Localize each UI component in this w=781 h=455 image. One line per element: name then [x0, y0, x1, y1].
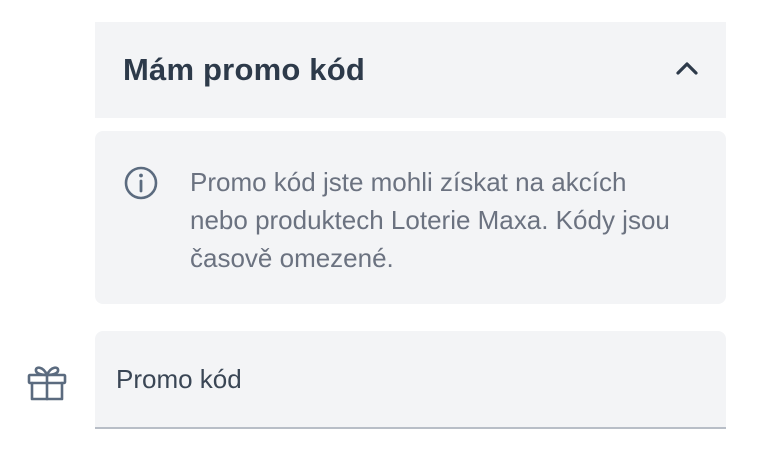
info-text: Promo kód jste mohli získat na akcích ne… — [190, 167, 670, 273]
chevron-up-icon[interactable] — [674, 58, 700, 78]
promo-accordion-header[interactable]: Mám promo kód — [95, 22, 726, 118]
info-box: Promo kód jste mohli získat na akcích ne… — [95, 131, 726, 304]
promo-code-input[interactable] — [95, 331, 726, 429]
info-icon — [124, 166, 158, 200]
gift-icon — [27, 366, 67, 401]
accordion-title: Mám promo kód — [123, 52, 366, 87]
